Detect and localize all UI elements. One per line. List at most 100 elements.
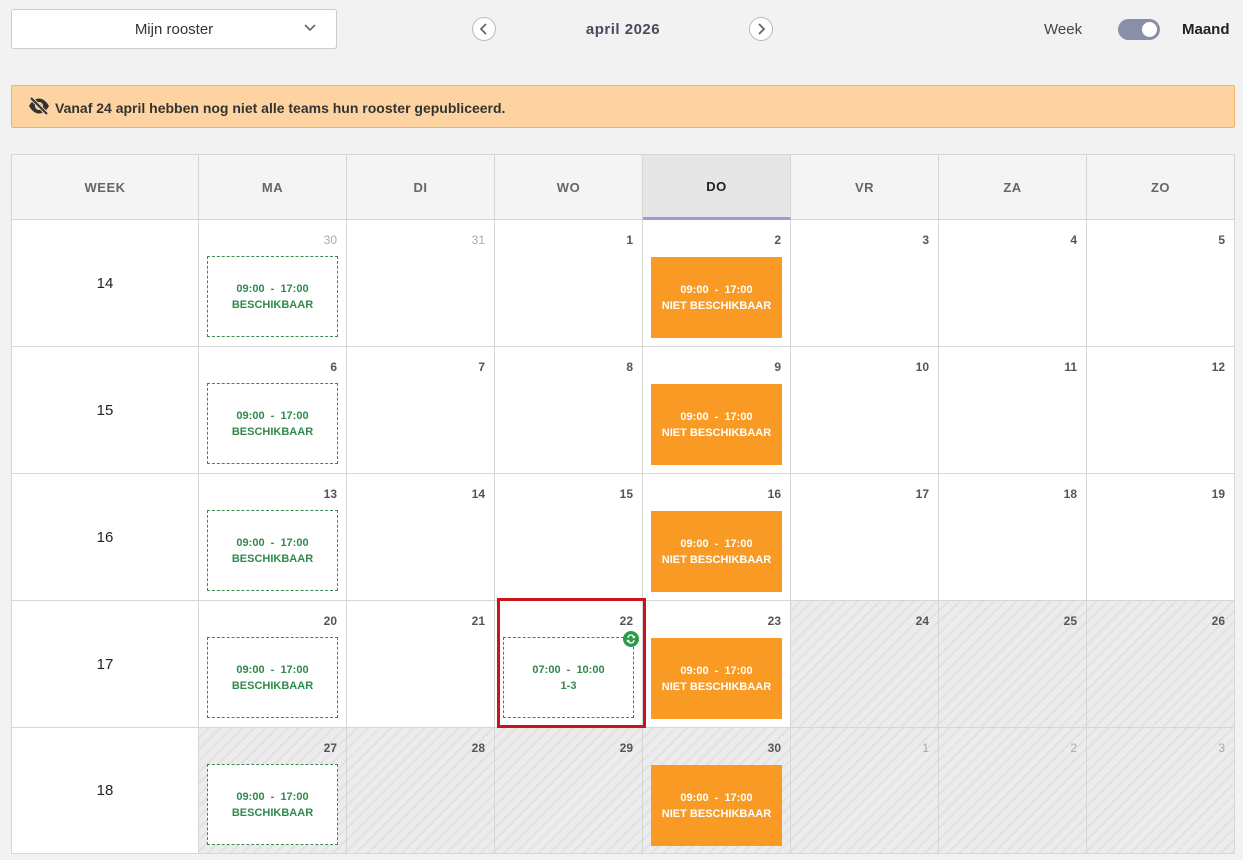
- availability-block[interactable]: 09:00 - 17:00 BESCHIKBAAR: [207, 383, 338, 464]
- shift-label: BESCHIKBAAR: [231, 298, 314, 311]
- day-cell[interactable]: 17: [791, 474, 939, 601]
- day-number: 5: [1218, 233, 1225, 247]
- shift-time: 09:00 - 17:00: [236, 536, 309, 549]
- day-cell[interactable]: 2: [939, 728, 1087, 854]
- day-cell[interactable]: 2 09:00 - 17:00 NIET BESCHIKBAAR: [643, 220, 791, 347]
- day-cell[interactable]: 4: [939, 220, 1087, 347]
- previous-month-button[interactable]: [472, 17, 496, 41]
- day-cell[interactable]: 9 09:00 - 17:00 NIET BESCHIKBAAR: [643, 347, 791, 474]
- header-day-vr: VR: [791, 155, 939, 220]
- day-number: 10: [915, 360, 929, 374]
- availability-block[interactable]: 07:00 - 10:00 1-3: [503, 631, 639, 718]
- unavailable-block[interactable]: 09:00 - 17:00 NIET BESCHIKBAAR: [651, 511, 782, 592]
- view-week-label[interactable]: Week: [1044, 21, 1082, 38]
- day-cell[interactable]: 22 07:00 - 10:00 1-3: [495, 601, 643, 728]
- unavailable-block[interactable]: 09:00 - 17:00 NIET BESCHIKBAAR: [651, 384, 782, 465]
- week-number: 14: [12, 220, 199, 347]
- day-cell[interactable]: 11: [939, 347, 1087, 474]
- shift-label: BESCHIKBAAR: [231, 552, 314, 565]
- unavailable-block[interactable]: 09:00 - 17:00 NIET BESCHIKBAAR: [651, 765, 782, 846]
- day-cell[interactable]: 6 09:00 - 17:00 BESCHIKBAAR: [199, 347, 347, 474]
- unavailable-block[interactable]: 09:00 - 17:00 NIET BESCHIKBAAR: [651, 638, 782, 719]
- week-number: 18: [12, 728, 199, 854]
- shift-time: 09:00 - 17:00: [680, 537, 753, 550]
- header-day-za: ZA: [939, 155, 1087, 220]
- day-cell[interactable]: 14: [347, 474, 495, 601]
- day-number: 23: [767, 614, 781, 628]
- day-number: 29: [619, 741, 633, 755]
- week-number: 16: [12, 474, 199, 601]
- header-day-zo: ZO: [1087, 155, 1235, 220]
- day-number: 7: [478, 360, 485, 374]
- chevron-down-icon: [304, 24, 316, 32]
- availability-block[interactable]: 09:00 - 17:00 BESCHIKBAAR: [207, 510, 338, 591]
- day-number: 11: [1064, 360, 1077, 374]
- view-month-label[interactable]: Maand: [1182, 21, 1230, 38]
- shift-time: 09:00 - 17:00: [680, 791, 753, 804]
- month-calendar: WEEK MA DI WO DO VR ZA ZO 14 30 09:00 - 17:00 BESCH…: [11, 154, 1235, 854]
- availability-block[interactable]: 09:00 - 17:00 BESCHIKBAAR: [207, 637, 338, 718]
- unavailable-block[interactable]: 09:00 - 17:00 NIET BESCHIKBAAR: [651, 257, 782, 338]
- day-cell[interactable]: 27 09:00 - 17:00 BESCHIKBAAR: [199, 728, 347, 854]
- day-cell[interactable]: 3: [791, 220, 939, 347]
- day-cell[interactable]: 29: [495, 728, 643, 854]
- day-cell[interactable]: 10: [791, 347, 939, 474]
- schedule-select-label: Mijn rooster: [134, 21, 214, 38]
- day-number: 8: [626, 360, 633, 374]
- shift-time: 09:00 - 17:00: [236, 790, 309, 803]
- day-number: 13: [323, 487, 337, 501]
- day-cell[interactable]: 19: [1087, 474, 1235, 601]
- day-cell[interactable]: 21: [347, 601, 495, 728]
- day-number: 24: [915, 614, 929, 628]
- day-cell[interactable]: 24: [791, 601, 939, 728]
- day-number: 3: [922, 233, 929, 247]
- day-number: 1: [922, 741, 929, 755]
- day-number: 19: [1211, 487, 1225, 501]
- day-number: 21: [471, 614, 485, 628]
- day-number: 30: [767, 741, 781, 755]
- day-number: 9: [774, 360, 781, 374]
- alert-text: Vanaf 24 april hebben nog niet alle team…: [55, 100, 506, 116]
- day-cell[interactable]: 8: [495, 347, 643, 474]
- day-cell[interactable]: 16 09:00 - 17:00 NIET BESCHIKBAAR: [643, 474, 791, 601]
- eye-slash-icon: [29, 97, 49, 115]
- day-cell[interactable]: 15: [495, 474, 643, 601]
- shift-time: 09:00 - 17:00: [680, 410, 753, 423]
- chevron-right-icon: [758, 23, 766, 35]
- day-cell[interactable]: 25: [939, 601, 1087, 728]
- shift-time: 09:00 - 17:00: [680, 664, 753, 677]
- day-cell[interactable]: 3: [1087, 728, 1235, 854]
- day-cell[interactable]: 5: [1087, 220, 1235, 347]
- day-number: 14: [471, 487, 485, 501]
- day-cell[interactable]: 26: [1087, 601, 1235, 728]
- day-cell[interactable]: 1: [495, 220, 643, 347]
- day-cell[interactable]: 7: [347, 347, 495, 474]
- chevron-left-icon: [479, 23, 487, 35]
- week-number: 15: [12, 347, 199, 474]
- day-cell[interactable]: 30 09:00 - 17:00 BESCHIKBAAR: [199, 220, 347, 347]
- day-number: 25: [1063, 614, 1077, 628]
- day-cell[interactable]: 28: [347, 728, 495, 854]
- swap-icon[interactable]: [623, 631, 639, 647]
- day-cell[interactable]: 18: [939, 474, 1087, 601]
- day-number: 26: [1211, 614, 1225, 628]
- schedule-select[interactable]: Mijn rooster: [11, 9, 337, 49]
- day-cell[interactable]: 23 09:00 - 17:00 NIET BESCHIKBAAR: [643, 601, 791, 728]
- shift-time: 09:00 - 17:00: [236, 282, 309, 295]
- day-number: 30: [323, 233, 337, 247]
- day-cell[interactable]: 1: [791, 728, 939, 854]
- day-cell[interactable]: 13 09:00 - 17:00 BESCHIKBAAR: [199, 474, 347, 601]
- header-week: WEEK: [12, 155, 199, 220]
- next-month-button[interactable]: [749, 17, 773, 41]
- calendar-header-row: WEEK MA DI WO DO VR ZA ZO: [12, 155, 1235, 220]
- day-cell[interactable]: 20 09:00 - 17:00 BESCHIKBAAR: [199, 601, 347, 728]
- month-title: april 2026: [585, 21, 661, 38]
- day-number: 1: [626, 233, 633, 247]
- availability-block[interactable]: 09:00 - 17:00 BESCHIKBAAR: [207, 256, 338, 337]
- day-cell[interactable]: 12: [1087, 347, 1235, 474]
- day-cell[interactable]: 31: [347, 220, 495, 347]
- shift-label: 1-3: [560, 679, 577, 692]
- view-toggle[interactable]: [1118, 19, 1160, 40]
- day-cell[interactable]: 30 09:00 - 17:00 NIET BESCHIKBAAR: [643, 728, 791, 854]
- availability-block[interactable]: 09:00 - 17:00 BESCHIKBAAR: [207, 764, 338, 845]
